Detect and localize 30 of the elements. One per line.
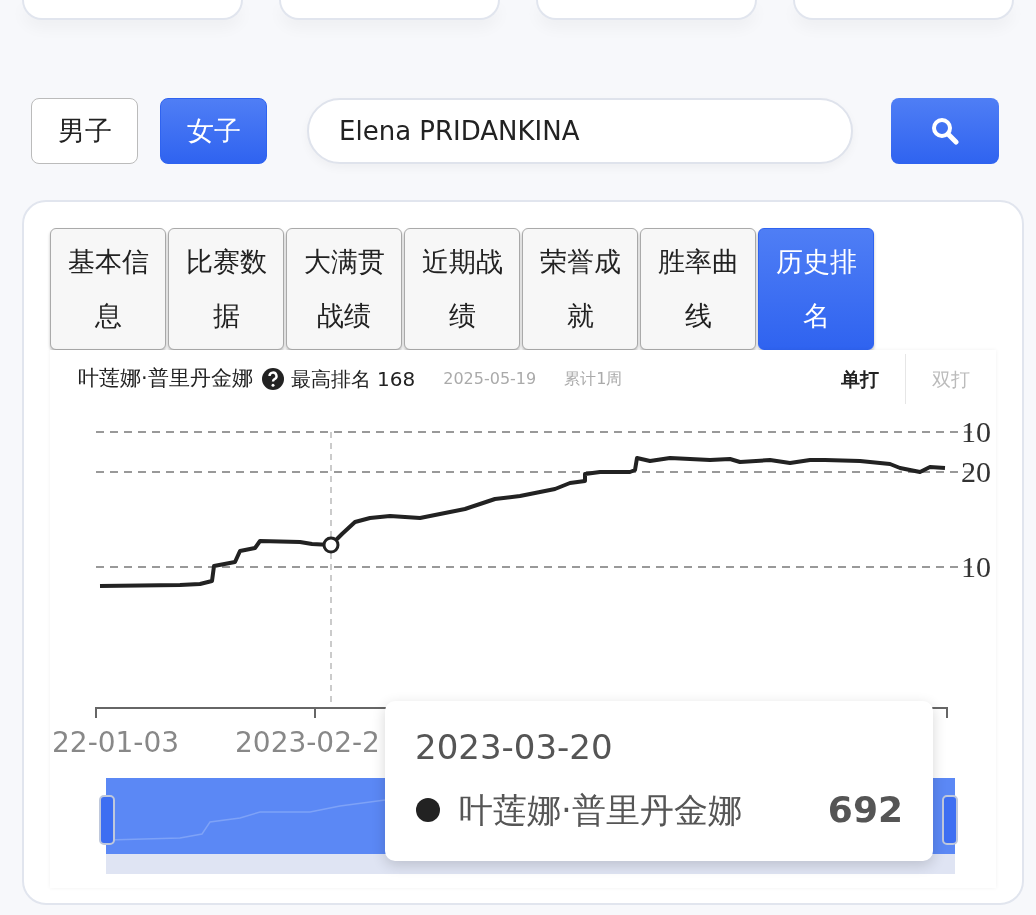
profile-tab[interactable]: 基本信息 xyxy=(50,228,166,350)
mode-tab[interactable]: 单打 xyxy=(815,354,905,404)
profile-tab[interactable]: 比赛数据 xyxy=(168,228,284,350)
profile-tab[interactable]: 近期战绩 xyxy=(404,228,520,350)
series-dot-icon xyxy=(415,797,441,823)
slider-handle xyxy=(942,795,958,845)
best-rank: 最高排名 168 xyxy=(290,366,416,393)
search-button[interactable] xyxy=(891,98,999,164)
search-icon xyxy=(931,117,959,145)
axis-label: 2023-02-2 xyxy=(235,726,380,759)
ranking-date: 2025-05-19 xyxy=(443,368,537,390)
axis-label: 10 xyxy=(961,415,991,448)
player-name: 叶莲娜·普里丹金娜 xyxy=(78,365,253,393)
profile-tab[interactable]: 大满贯战绩 xyxy=(286,228,402,350)
axis-label: 22-01-03 xyxy=(52,726,180,759)
tooltip-date: 2023-03-20 xyxy=(415,726,614,769)
rank-value: 692 xyxy=(827,788,903,832)
data-point-marker xyxy=(322,536,340,554)
gender-tab[interactable]: 女子 xyxy=(160,98,267,164)
profile-tab[interactable]: 荣誉成就 xyxy=(522,228,638,350)
axis-label: 20 xyxy=(961,455,991,488)
profile-tab[interactable]: 胜率曲线 xyxy=(640,228,756,350)
series-name: 叶莲娜·普里丹金娜 xyxy=(459,788,743,832)
axis-label: 10 xyxy=(961,550,991,583)
week-count: 累计1周 xyxy=(564,368,623,390)
gender-tab[interactable]: 男子 xyxy=(31,98,138,164)
help-icon xyxy=(260,367,285,391)
slider-handle xyxy=(99,795,115,845)
profile-tab[interactable]: 历史排名 xyxy=(758,228,874,350)
search-field[interactable]: Elena PRIDANKINA xyxy=(307,98,853,164)
